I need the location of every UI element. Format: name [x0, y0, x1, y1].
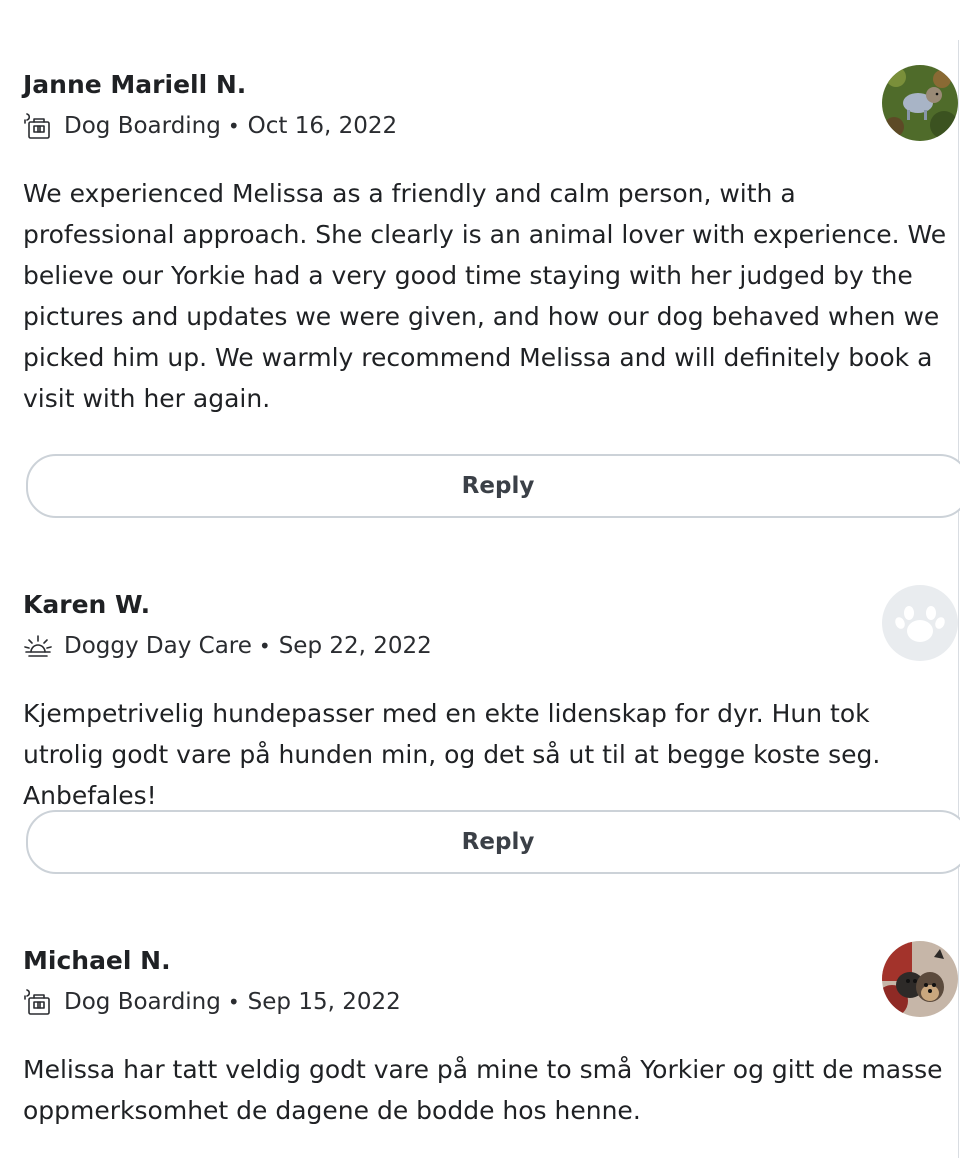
reply-button[interactable]: Reply — [26, 810, 960, 874]
review-card: Janne Mariell N. Dog Boarding • Oct 16, … — [23, 66, 960, 518]
reviewer-name: Michael N. — [23, 946, 171, 975]
dog-boarding-icon — [23, 987, 53, 1017]
reviewer-avatar[interactable] — [882, 941, 958, 1017]
dog-boarding-icon — [23, 111, 53, 141]
doggy-day-care-icon — [23, 631, 53, 661]
review-meta: Dog Boarding • Oct 16, 2022 — [23, 107, 960, 145]
service-type: Dog Boarding — [64, 113, 221, 139]
service-type: Dog Boarding — [64, 989, 221, 1015]
review-meta: Dog Boarding • Sep 15, 2022 — [23, 983, 960, 1021]
reviewer-avatar[interactable] — [882, 65, 958, 141]
meta-separator: • — [227, 990, 240, 1014]
review-card: Michael N. Dog Boarding • Sep 15, 2022 M… — [23, 942, 960, 1131]
review-text: We experienced Melissa as a friendly and… — [23, 179, 947, 413]
paw-icon — [895, 606, 945, 642]
reply-button[interactable]: Reply — [26, 454, 960, 518]
review-card: Karen W. Doggy Day Care • Sep 22, 2022 K… — [23, 586, 960, 874]
review-date: Sep 15, 2022 — [247, 989, 401, 1015]
meta-separator: • — [227, 114, 240, 138]
reviews-page: Janne Mariell N. Dog Boarding • Oct 16, … — [0, 0, 960, 1158]
meta-separator: • — [258, 634, 271, 658]
review-date: Sep 22, 2022 — [278, 633, 432, 659]
review-date: Oct 16, 2022 — [247, 113, 398, 139]
review-text: Melissa har tatt veldig godt vare på min… — [23, 1055, 943, 1125]
review-meta: Doggy Day Care • Sep 22, 2022 — [23, 627, 960, 665]
reviewer-avatar[interactable] — [882, 585, 958, 661]
review-text: Kjempetrivelig hundepasser med en ekte l… — [23, 699, 881, 810]
reviewer-name: Janne Mariell N. — [23, 70, 247, 99]
service-type: Doggy Day Care — [64, 633, 252, 659]
reviewer-name: Karen W. — [23, 590, 151, 619]
